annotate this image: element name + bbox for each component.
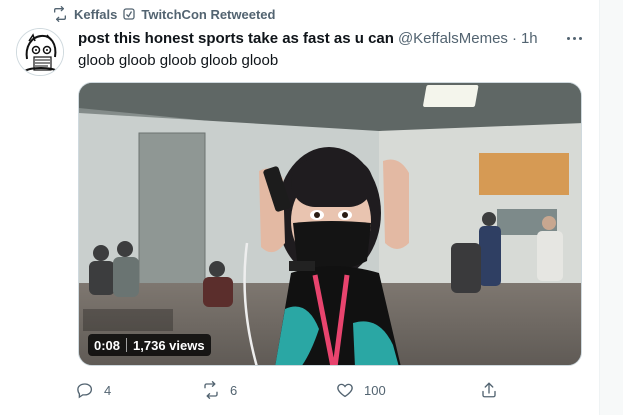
author-handle[interactable]: @KeffalsMemes	[398, 30, 508, 47]
social-context: Keffals TwitchCon Retweeted	[52, 6, 275, 22]
share-button[interactable]	[480, 376, 498, 404]
avatar[interactable]	[16, 28, 64, 76]
video-duration: 0:08	[94, 337, 121, 353]
retweet-icon	[54, 6, 66, 22]
video-player[interactable]	[78, 82, 582, 366]
video-frame	[79, 83, 581, 365]
more-options-button[interactable]	[562, 28, 586, 48]
retweet-label[interactable]: TwitchCon Retweeted	[141, 7, 275, 22]
like-button[interactable]: 100	[336, 376, 386, 404]
community-icon	[123, 8, 136, 20]
tweet-timestamp[interactable]: 1h	[521, 30, 538, 47]
more-dot-icon	[572, 36, 576, 40]
badge-divider	[126, 338, 128, 352]
tweet-actions: 4 6 100	[76, 376, 516, 404]
author-name[interactable]: post this honest sports take as fast as …	[78, 30, 394, 47]
page-gutter	[600, 0, 623, 415]
header-separator: ·	[511, 30, 517, 47]
retweet-button[interactable]: 6	[202, 376, 237, 404]
reply-icon	[77, 383, 93, 399]
heart-icon	[337, 383, 353, 398]
retweeter-name[interactable]: Keffals	[74, 7, 117, 22]
reply-button[interactable]: 4	[76, 376, 111, 404]
video-stats-badge: 0:08 1,736 views	[88, 334, 211, 356]
retweet-count: 6	[230, 382, 238, 398]
video-views: 1,736 views	[133, 337, 205, 353]
retweet-icon	[204, 381, 218, 399]
like-count: 100	[364, 382, 386, 398]
more-dot-icon	[566, 36, 570, 40]
tweet-header: post this honest sports take as fast as …	[78, 30, 538, 47]
more-dot-icon	[578, 36, 582, 40]
tweet-text: gloob gloob gloob gloob gloob	[78, 52, 279, 69]
share-icon	[482, 382, 496, 398]
reply-count: 4	[104, 382, 112, 398]
